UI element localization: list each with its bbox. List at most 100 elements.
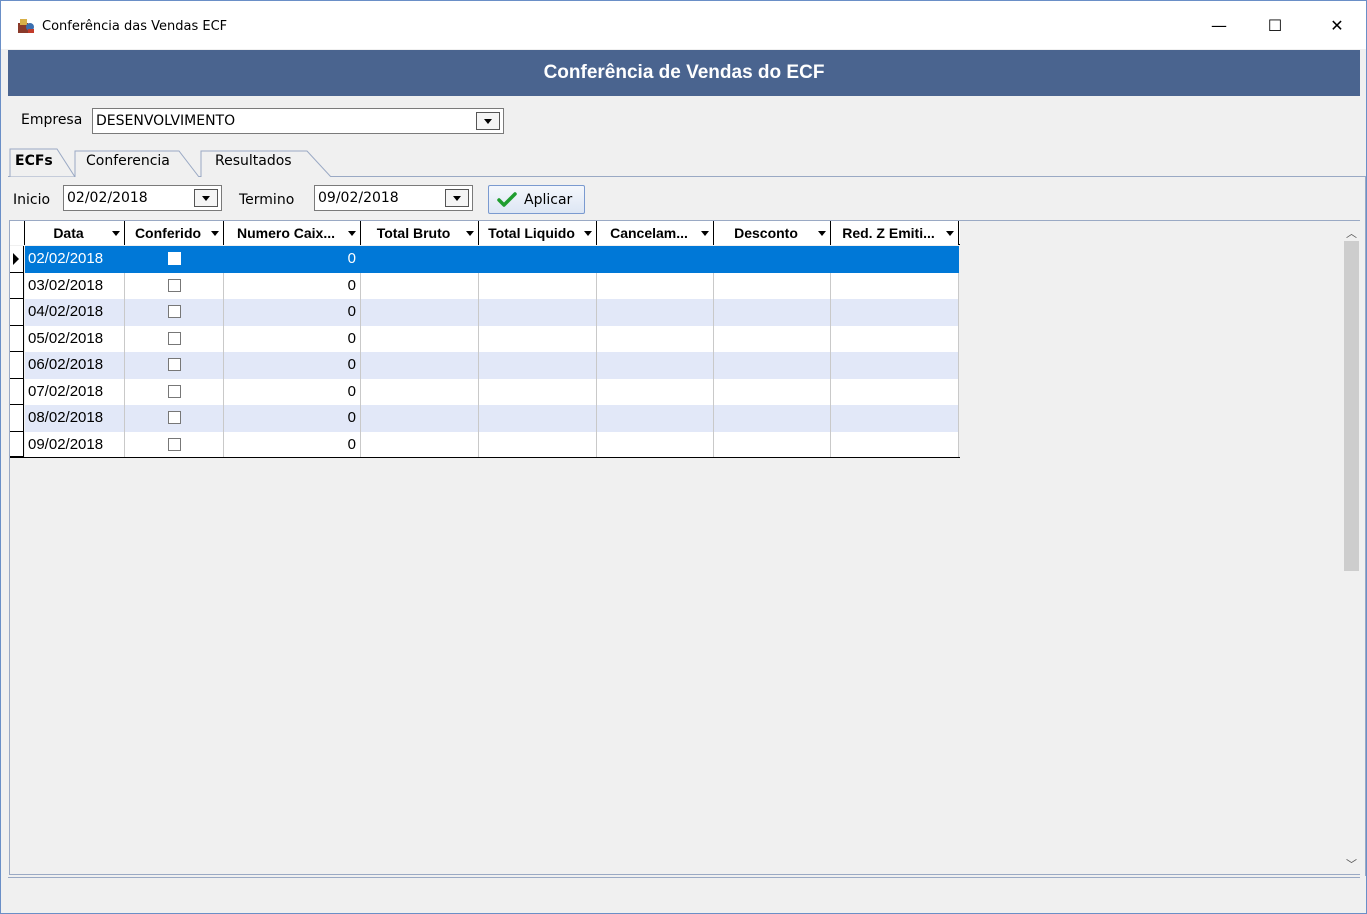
inicio-dropdown-button[interactable]	[194, 189, 218, 207]
cell-cancelamentos[interactable]	[597, 325, 714, 352]
cell-desconto[interactable]	[714, 299, 831, 326]
table-row[interactable]: 08/02/2018 0	[10, 405, 960, 432]
cell-red-z[interactable]	[831, 299, 959, 326]
column-header-conferido[interactable]: Conferido	[125, 221, 224, 245]
conferido-checkbox[interactable]	[168, 437, 181, 451]
cell-total-bruto[interactable]	[361, 431, 479, 457]
sort-arrow-icon[interactable]	[946, 231, 954, 236]
conferido-checkbox[interactable]	[168, 358, 181, 371]
cell-total-liquido[interactable]	[479, 378, 597, 405]
cell-red-z[interactable]	[831, 272, 959, 299]
sort-arrow-icon[interactable]	[818, 231, 826, 236]
minimize-button[interactable]: —	[1196, 1, 1242, 49]
cell-numero-caixa[interactable]: 0	[224, 272, 361, 299]
cell-data[interactable]: 02/02/2018	[25, 246, 125, 273]
table-row[interactable]: 04/02/2018 0	[10, 299, 960, 326]
sort-arrow-icon[interactable]	[466, 231, 474, 236]
apply-button[interactable]: Aplicar	[488, 185, 585, 214]
tab-ecfs[interactable]: ECFs	[9, 147, 79, 177]
table-row[interactable]: 09/02/2018 0	[10, 431, 960, 458]
table-row[interactable]: 07/02/2018 0	[10, 378, 960, 405]
table-row[interactable]: 06/02/2018 0	[10, 352, 960, 379]
conferido-checkbox[interactable]	[168, 411, 181, 424]
cell-total-liquido[interactable]	[479, 299, 597, 326]
cell-total-liquido[interactable]	[479, 272, 597, 299]
column-header-total-liquido[interactable]: Total Liquido	[479, 221, 597, 245]
cell-data[interactable]: 04/02/2018	[25, 299, 125, 326]
cell-cancelamentos[interactable]	[597, 272, 714, 299]
cell-numero-caixa[interactable]: 0	[224, 299, 361, 326]
cell-conferido[interactable]	[125, 378, 224, 405]
vertical-scrollbar[interactable]: ︿ ﹀	[1343, 221, 1360, 874]
cell-numero-caixa[interactable]: 0	[224, 352, 361, 379]
cell-data[interactable]: 03/02/2018	[25, 272, 125, 299]
cell-desconto[interactable]	[714, 272, 831, 299]
cell-desconto[interactable]	[714, 431, 831, 457]
table-row[interactable]: 02/02/2018 0	[10, 246, 960, 273]
cell-red-z[interactable]	[831, 352, 959, 379]
sort-arrow-icon[interactable]	[112, 231, 120, 236]
tab-resultados[interactable]: Resultados	[195, 147, 335, 177]
cell-numero-caixa[interactable]: 0	[224, 405, 361, 432]
cell-desconto[interactable]	[714, 405, 831, 432]
cell-data[interactable]: 09/02/2018	[25, 431, 125, 457]
termino-dropdown-button[interactable]	[445, 189, 469, 207]
cell-conferido[interactable]	[125, 299, 224, 326]
cell-conferido[interactable]	[125, 272, 224, 299]
cell-total-bruto[interactable]	[361, 352, 479, 379]
cell-conferido[interactable]	[125, 405, 224, 432]
cell-red-z[interactable]	[831, 246, 959, 273]
cell-numero-caixa[interactable]: 0	[224, 325, 361, 352]
conferido-checkbox[interactable]	[168, 305, 181, 318]
column-header-data[interactable]: Data	[25, 221, 125, 245]
column-header-numero-caixa[interactable]: Numero Caix...	[224, 221, 361, 245]
cell-numero-caixa[interactable]: 0	[224, 246, 361, 273]
sort-arrow-icon[interactable]	[211, 231, 219, 236]
cell-total-liquido[interactable]	[479, 246, 597, 273]
cell-total-bruto[interactable]	[361, 405, 479, 432]
cell-data[interactable]: 07/02/2018	[25, 378, 125, 405]
column-header-desconto[interactable]: Desconto	[714, 221, 831, 245]
maximize-button[interactable]: ☐	[1252, 1, 1298, 49]
cell-red-z[interactable]	[831, 378, 959, 405]
conferido-checkbox[interactable]	[168, 278, 181, 292]
cell-red-z[interactable]	[831, 325, 959, 352]
cell-conferido[interactable]	[125, 431, 224, 457]
cell-total-liquido[interactable]	[479, 405, 597, 432]
cell-desconto[interactable]	[714, 325, 831, 352]
cell-total-bruto[interactable]	[361, 325, 479, 352]
cell-total-liquido[interactable]	[479, 325, 597, 352]
cell-cancelamentos[interactable]	[597, 352, 714, 379]
cell-total-liquido[interactable]	[479, 431, 597, 457]
cell-data[interactable]: 08/02/2018	[25, 405, 125, 432]
cell-conferido[interactable]	[125, 352, 224, 379]
cell-data[interactable]: 05/02/2018	[25, 325, 125, 352]
sort-arrow-icon[interactable]	[348, 231, 356, 236]
cell-total-bruto[interactable]	[361, 246, 479, 273]
conferido-checkbox[interactable]	[168, 331, 181, 345]
inicio-date-picker[interactable]: 02/02/2018	[63, 185, 222, 211]
column-header-red-z[interactable]: Red. Z Emiti...	[831, 221, 959, 245]
termino-date-picker[interactable]: 09/02/2018	[314, 185, 473, 211]
close-button[interactable]: ✕	[1314, 1, 1360, 49]
cell-numero-caixa[interactable]: 0	[224, 431, 361, 457]
empresa-combo[interactable]: DESENVOLVIMENTO	[92, 108, 504, 134]
scroll-down-icon[interactable]: ﹀	[1343, 855, 1360, 872]
cell-data[interactable]: 06/02/2018	[25, 352, 125, 379]
cell-total-bruto[interactable]	[361, 378, 479, 405]
cell-total-bruto[interactable]	[361, 299, 479, 326]
tab-conferencia[interactable]: Conferencia	[67, 147, 203, 177]
cell-cancelamentos[interactable]	[597, 378, 714, 405]
column-header-total-bruto[interactable]: Total Bruto	[361, 221, 479, 245]
sort-arrow-icon[interactable]	[701, 231, 709, 236]
conferido-checkbox[interactable]	[168, 384, 181, 398]
scrollbar-thumb[interactable]	[1344, 241, 1359, 571]
cell-cancelamentos[interactable]	[597, 246, 714, 273]
cell-desconto[interactable]	[714, 246, 831, 273]
cell-conferido[interactable]	[125, 325, 224, 352]
conferido-checkbox[interactable]	[168, 252, 181, 265]
sort-arrow-icon[interactable]	[584, 231, 592, 236]
column-header-cancelamentos[interactable]: Cancelam...	[597, 221, 714, 245]
cell-conferido[interactable]	[125, 246, 224, 273]
table-row[interactable]: 05/02/2018 0	[10, 325, 960, 352]
